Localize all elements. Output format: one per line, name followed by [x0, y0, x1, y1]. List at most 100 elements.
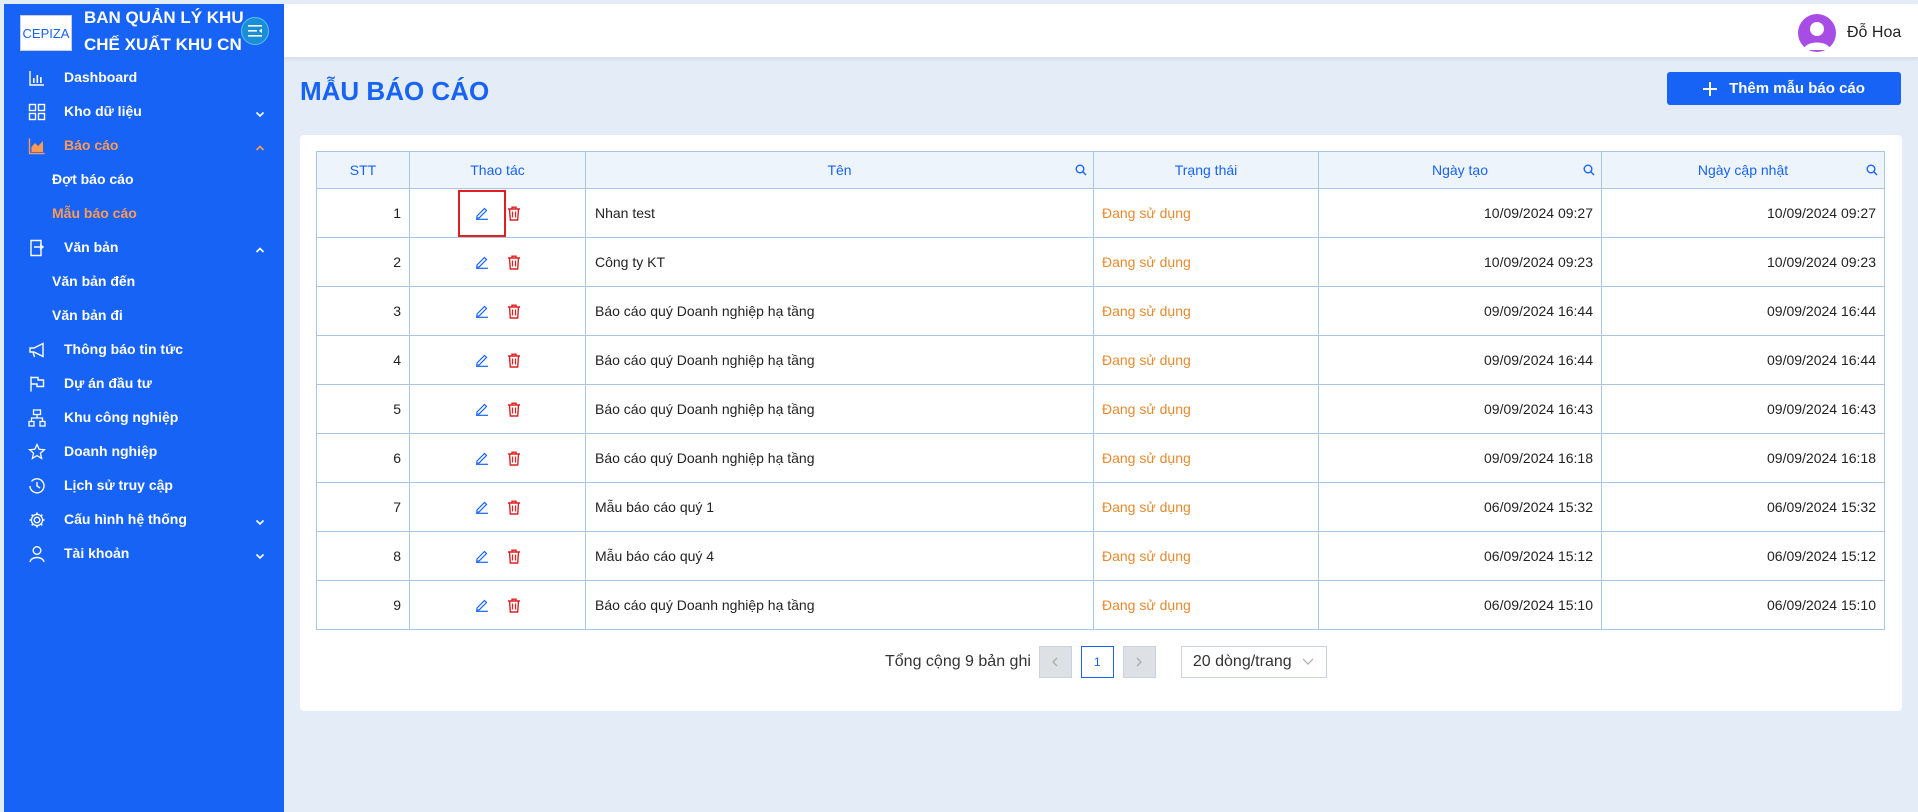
- search-icon[interactable]: [1866, 164, 1878, 176]
- sidebar-item[interactable]: Khu công nghiệp: [4, 400, 284, 434]
- gear-icon: [28, 511, 46, 529]
- user-avatar[interactable]: [1798, 14, 1836, 52]
- sidebar-item-label: Tài khoản: [64, 545, 130, 561]
- sidebar-item[interactable]: Dashboard: [4, 60, 284, 94]
- sidebar-item[interactable]: Báo cáo: [4, 128, 284, 162]
- cell-name: Báo cáo quý Doanh nghiệp hạ tầng: [585, 580, 1094, 630]
- cell-created-date: 06/09/2024 15:10: [1318, 580, 1602, 630]
- col-header-created[interactable]: Ngày tạo: [1318, 151, 1602, 189]
- edit-button[interactable]: [471, 398, 493, 420]
- edit-button[interactable]: [471, 496, 493, 518]
- sidebar-item-label: Dự án đầu tư: [64, 375, 152, 391]
- search-icon[interactable]: [1075, 164, 1087, 176]
- edit-button[interactable]: [471, 300, 493, 322]
- edit-button[interactable]: [457, 189, 506, 237]
- chevron-up-icon: [255, 242, 265, 253]
- page-number-button[interactable]: 1: [1080, 646, 1114, 678]
- cell-actions: [409, 335, 586, 385]
- cell-stt: 6: [316, 433, 410, 483]
- sidebar-toggle-button[interactable]: [241, 17, 269, 45]
- sidebar-subitem[interactable]: Mẫu báo cáo: [4, 196, 284, 230]
- col-header-status: Trạng thái: [1093, 151, 1319, 189]
- delete-button[interactable]: [503, 398, 525, 420]
- cell-stt: 2: [316, 237, 410, 287]
- edit-icon: [475, 550, 488, 563]
- delete-button[interactable]: [503, 594, 525, 616]
- sidebar-item-label: Cấu hình hệ thống: [64, 511, 187, 527]
- sidebar-subitem[interactable]: Văn bản đi: [4, 298, 284, 332]
- sidebar-item-label: Lịch sử truy cập: [64, 477, 173, 493]
- page-size-select[interactable]: 20 dòng/trang: [1180, 646, 1327, 678]
- delete-button[interactable]: [503, 496, 525, 518]
- history-icon: [28, 477, 46, 495]
- edit-icon: [475, 599, 488, 612]
- star-icon: [28, 442, 46, 461]
- cell-status: Đang sử dụng: [1093, 237, 1319, 287]
- sidebar-item-label: Thông báo tin tức: [64, 341, 184, 357]
- cell-stt: 7: [316, 482, 410, 532]
- flag-icon: [28, 375, 46, 393]
- sidebar-subitem[interactable]: Đợt báo cáo: [4, 162, 284, 196]
- prev-page-button[interactable]: [1038, 646, 1072, 678]
- cell-created-date: 09/09/2024 16:18: [1318, 433, 1602, 483]
- col-header-updated[interactable]: Ngày cập nhật: [1601, 151, 1885, 189]
- edit-button[interactable]: [471, 594, 493, 616]
- edit-button[interactable]: [471, 447, 493, 469]
- table-row: 4 Báo cáo quý Doanh nghiệp hạ tầng Đang sử…: [316, 335, 1885, 385]
- trash-icon: [507, 402, 520, 417]
- delete-button[interactable]: [503, 447, 525, 469]
- search-icon[interactable]: [1583, 164, 1595, 176]
- cell-created-date: 10/09/2024 09:27: [1318, 188, 1602, 238]
- edit-button[interactable]: [471, 349, 493, 371]
- username[interactable]: Đỗ Hoa: [1847, 24, 1901, 42]
- sidebar-subitem[interactable]: Văn bản đến: [4, 264, 284, 298]
- sidebar-item[interactable]: Lịch sử truy cập: [4, 468, 284, 502]
- total-records: Tổng cộng 9 bản ghi: [885, 653, 1031, 670]
- cell-actions: [409, 188, 586, 238]
- cell-actions: [409, 237, 586, 287]
- edit-icon: [475, 256, 488, 269]
- cell-name: Công ty KT: [585, 237, 1094, 287]
- col-header-created-label: Ngày tạo: [1431, 162, 1489, 178]
- trash-icon: [507, 255, 520, 270]
- cell-actions: [409, 531, 586, 581]
- edit-button[interactable]: [471, 251, 493, 273]
- delete-button[interactable]: [503, 251, 525, 273]
- cell-created-date: 06/09/2024 15:12: [1318, 531, 1602, 581]
- delete-button[interactable]: [503, 545, 525, 567]
- sidebar-item[interactable]: Tài khoản: [4, 536, 284, 570]
- cell-stt: 8: [316, 531, 410, 581]
- edit-icon: [475, 207, 488, 220]
- cell-updated-date: 10/09/2024 09:23: [1601, 237, 1885, 287]
- col-header-name[interactable]: Tên: [585, 151, 1094, 189]
- sidebar-item[interactable]: Cấu hình hệ thống: [4, 502, 284, 536]
- sidebar-item[interactable]: Kho dữ liệu: [4, 94, 284, 128]
- next-page-button[interactable]: [1122, 646, 1156, 678]
- cell-created-date: 09/09/2024 16:44: [1318, 335, 1602, 385]
- top-bar: Đỗ Hoa: [284, 4, 1918, 57]
- sidebar-item[interactable]: Doanh nghiệp: [4, 434, 284, 468]
- cell-updated-date: 09/09/2024 16:44: [1601, 335, 1885, 385]
- cell-status: Đang sử dụng: [1093, 433, 1319, 483]
- cell-created-date: 09/09/2024 16:44: [1318, 286, 1602, 336]
- delete-button[interactable]: [503, 202, 525, 224]
- megaphone-icon: [28, 341, 46, 359]
- cell-name: Nhan test: [585, 188, 1094, 238]
- sidebar-item[interactable]: Văn bản: [4, 230, 284, 264]
- chart-bar-icon: [28, 69, 46, 87]
- add-report-template-button[interactable]: Thêm mẫu báo cáo: [1667, 72, 1901, 105]
- delete-button[interactable]: [503, 300, 525, 322]
- chevron-down-icon: [255, 548, 265, 560]
- sidebar-item-label: Báo cáo: [64, 137, 119, 153]
- col-header-name-label: Tên: [827, 162, 852, 178]
- sidebar-item[interactable]: Thông báo tin tức: [4, 332, 284, 366]
- delete-button[interactable]: [503, 349, 525, 371]
- edit-button[interactable]: [471, 545, 493, 567]
- cell-updated-date: 10/09/2024 09:27: [1601, 188, 1885, 238]
- cell-actions: [409, 482, 586, 532]
- sidebar-item-label: Văn bản: [64, 239, 119, 255]
- cell-name: Báo cáo quý Doanh nghiệp hạ tầng: [585, 286, 1094, 336]
- cell-name: Báo cáo quý Doanh nghiệp hạ tầng: [585, 335, 1094, 385]
- cell-updated-date: 09/09/2024 16:43: [1601, 384, 1885, 434]
- sidebar-item[interactable]: Dự án đầu tư: [4, 366, 284, 400]
